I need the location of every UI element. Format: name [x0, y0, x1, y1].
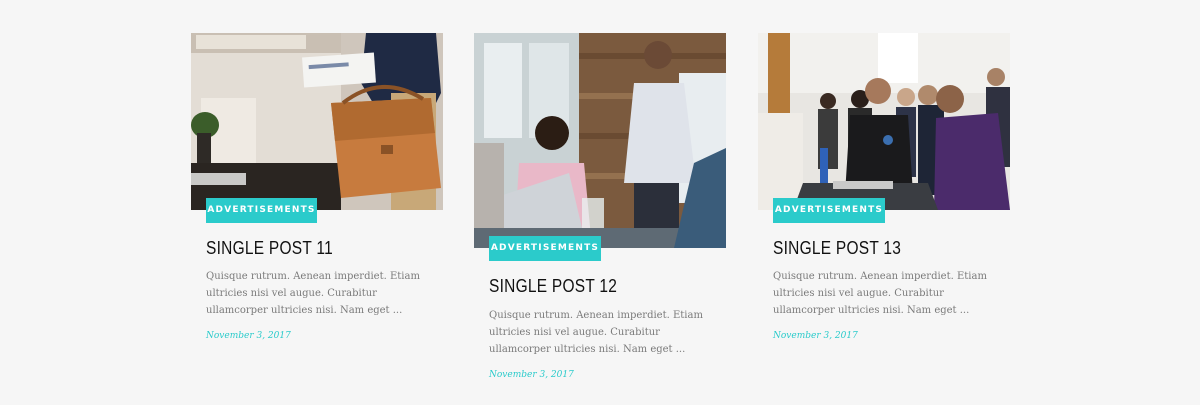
post-thumbnail-conference[interactable]	[758, 33, 1010, 210]
post-excerpt: Quisque rutrum. Aenean imperdiet. Etiam …	[206, 271, 420, 316]
post-card: ADVERTISEMENTS SINGLE POST 13 Quisque ru…	[758, 33, 1010, 353]
blog-post-grid: ADVERTISEMENTS SINGLE POST 11 Quisque ru…	[0, 0, 1200, 405]
post-title[interactable]: SINGLE POST 12	[489, 276, 617, 297]
post-thumbnail-businessman[interactable]	[191, 33, 443, 210]
post-date[interactable]: November 3, 2017	[773, 331, 858, 341]
category-badge[interactable]: ADVERTISEMENTS	[206, 198, 317, 223]
category-badge[interactable]: ADVERTISEMENTS	[489, 236, 601, 261]
post-card: ADVERTISEMENTS SINGLE POST 11 Quisque ru…	[191, 33, 443, 353]
post-excerpt: Quisque rutrum. Aenean imperdiet. Etiam …	[773, 271, 987, 316]
post-date[interactable]: November 3, 2017	[489, 370, 574, 380]
post-excerpt: Quisque rutrum. Aenean imperdiet. Etiam …	[489, 310, 703, 355]
post-title[interactable]: SINGLE POST 13	[773, 238, 901, 259]
post-thumbnail-meeting[interactable]	[474, 33, 726, 248]
post-title[interactable]: SINGLE POST 11	[206, 238, 333, 259]
post-card: ADVERTISEMENTS SINGLE POST 12 Quisque ru…	[474, 33, 726, 383]
category-badge[interactable]: ADVERTISEMENTS	[773, 198, 885, 223]
post-date[interactable]: November 3, 2017	[206, 331, 291, 341]
